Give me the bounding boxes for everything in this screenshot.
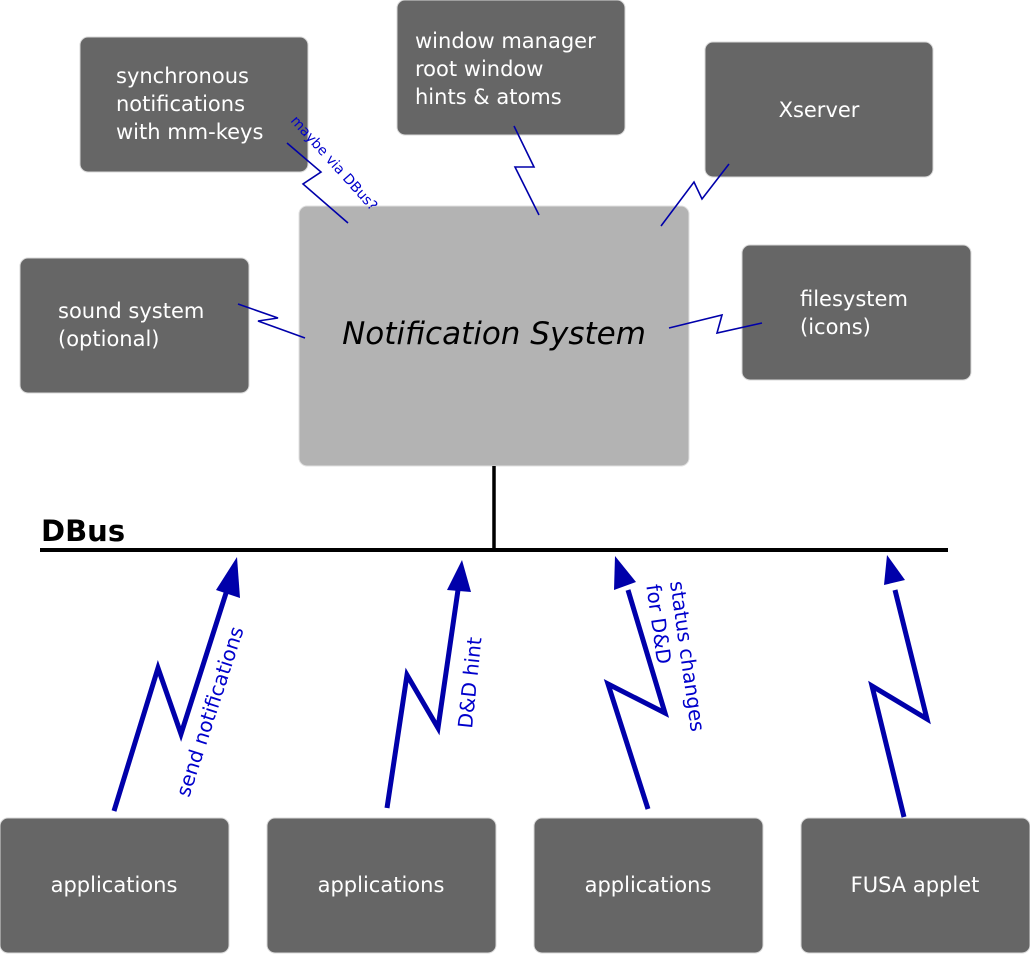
fusa-applet-arrow (868, 555, 931, 818)
applications-label: applications (585, 873, 712, 897)
dnd-hint-arrow: D&D hint (384, 560, 487, 809)
client-node-2[interactable]: applications (266, 817, 497, 954)
applications-label: applications (318, 873, 445, 897)
label-line: (icons) (800, 315, 871, 339)
filesystem-box (741, 244, 972, 381)
client-node-1[interactable]: applications (0, 817, 230, 954)
label-line: root window (415, 57, 543, 81)
dbus-label: DBus (41, 514, 125, 548)
arrow-shaft (384, 589, 461, 809)
arrow-shaft (868, 589, 931, 818)
label-line: sound system (58, 299, 204, 323)
window-manager-link (513, 125, 540, 216)
client-node-4[interactable]: FUSA applet (800, 817, 1030, 954)
label-line: (optional) (58, 327, 160, 351)
dnd-hint-label: D&D hint (453, 636, 486, 730)
xserver-label: Xserver (779, 98, 860, 122)
arrow-head-icon (216, 557, 240, 598)
label-line: with mm-keys (116, 120, 263, 144)
label-line: hints & atoms (415, 85, 562, 109)
xserver-node[interactable]: Xserver (704, 41, 934, 178)
sync-notifications-node[interactable]: synchronous notifications with mm-keys (79, 36, 309, 173)
sync-notifications-label: synchronous notifications with mm-keys (116, 64, 263, 144)
fusa-applet-label: FUSA applet (851, 873, 980, 897)
sound-system-node[interactable]: sound system (optional) (19, 257, 250, 394)
filesystem-node[interactable]: filesystem (icons) (741, 244, 972, 381)
label-line: filesystem (800, 287, 908, 311)
notification-system-diagram: Notification System synchronous notifica… (0, 0, 1030, 954)
label-line: window manager (415, 29, 596, 53)
arrow-head-icon (614, 556, 636, 590)
applications-label: applications (51, 873, 178, 897)
client-node-3[interactable]: applications (533, 817, 764, 954)
arrow-head-icon (884, 555, 905, 585)
window-manager-node[interactable]: window manager root window hints & atoms (396, 0, 626, 136)
label-line: notifications (116, 92, 245, 116)
status-changes-arrow: status changes for D&D (603, 556, 710, 810)
label-line: synchronous (116, 64, 249, 88)
arrow-head-icon (447, 560, 471, 592)
notification-system-label: Notification System (342, 316, 646, 352)
sound-system-box (19, 257, 250, 394)
send-notifications-arrow: send notifications (111, 557, 249, 812)
notification-system-node[interactable]: Notification System (298, 205, 690, 467)
